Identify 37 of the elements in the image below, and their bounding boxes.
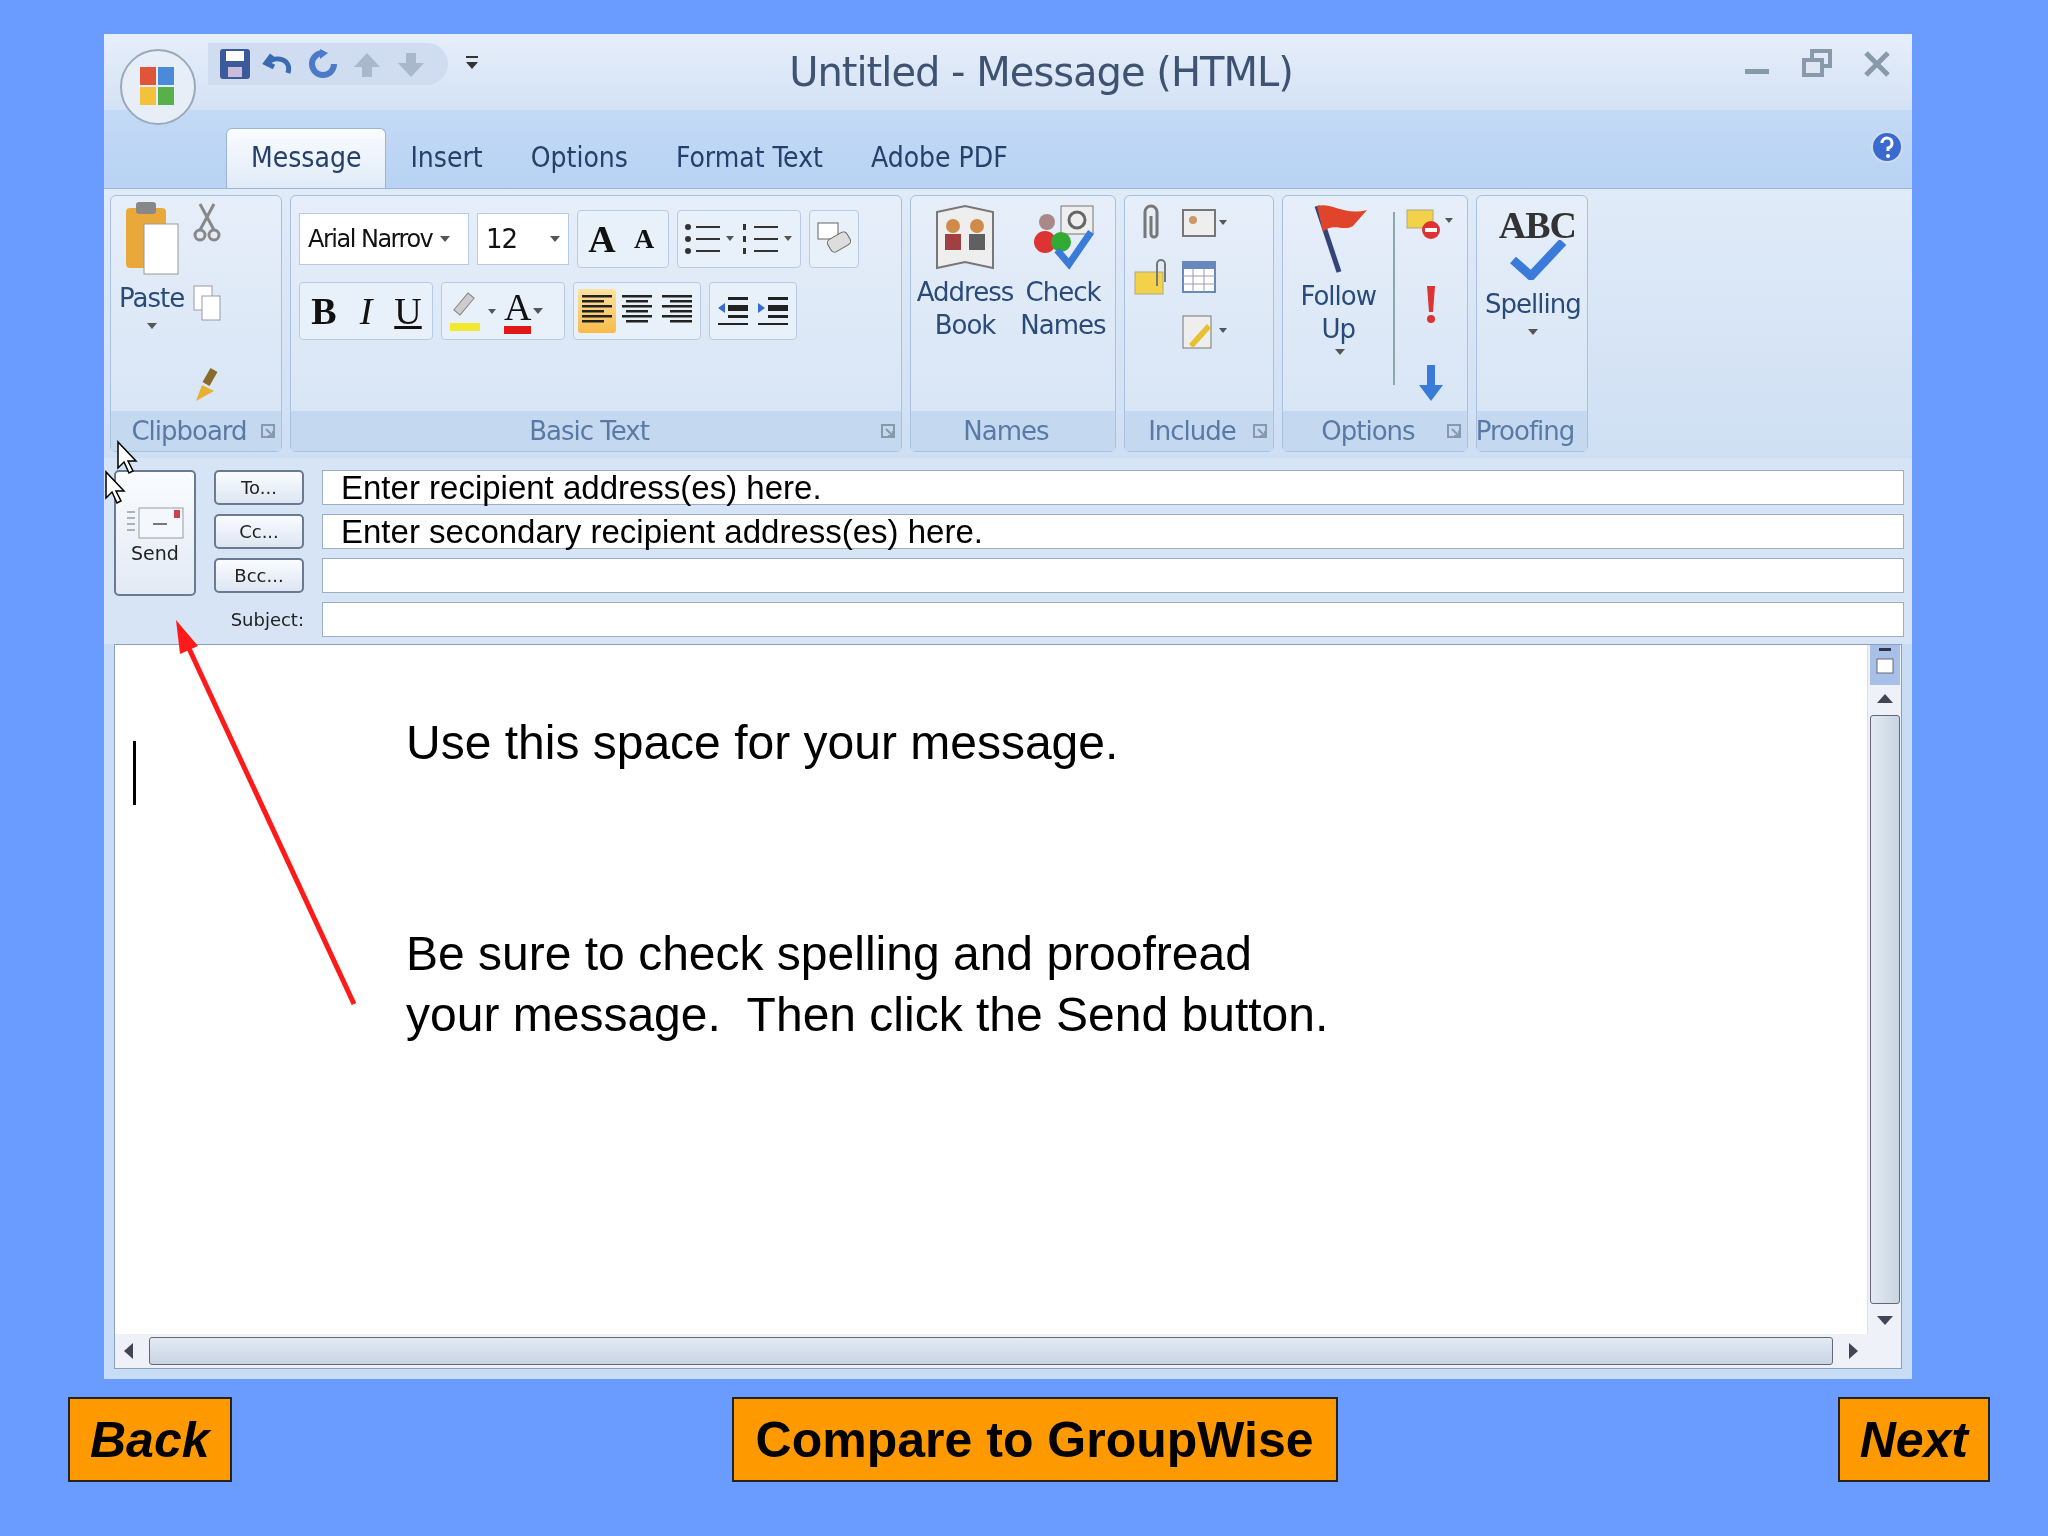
- group-label: Names: [963, 416, 1049, 446]
- italic-button[interactable]: I: [346, 289, 386, 333]
- message-text: Be sure to check spelling and proofread your message. Then click the Send button.: [406, 925, 1329, 1043]
- ribbon-tab[interactable]: Options: [506, 128, 652, 188]
- send-button[interactable]: Send: [114, 470, 196, 596]
- bold-button[interactable]: B: [304, 289, 344, 333]
- address-field[interactable]: Enter recipient address(es) here.: [322, 470, 1904, 505]
- address-book-button[interactable]: To...: [214, 470, 304, 505]
- follow-up-button[interactable]: Follow Up: [1291, 202, 1386, 405]
- address-book-button[interactable]: Cc...: [214, 514, 304, 549]
- paste-button[interactable]: Paste: [119, 202, 185, 405]
- address-field[interactable]: Enter secondary recipient address(es) here.: [322, 514, 1904, 549]
- font-name-dropdown[interactable]: Arial Narrov: [299, 213, 469, 265]
- underline-button[interactable]: U: [388, 289, 428, 333]
- subject-label: Subject:: [229, 608, 304, 632]
- spelling-icon: ABC: [1492, 202, 1573, 284]
- grow-font-button[interactable]: A: [582, 217, 622, 261]
- window-title: Untitled - Message (HTML): [788, 49, 1294, 95]
- spelling-button[interactable]: ABC Spelling: [1485, 202, 1581, 405]
- nav-button[interactable]: Next: [1837, 1397, 1990, 1482]
- nav-button[interactable]: Back: [68, 1397, 232, 1482]
- shrink-font-button[interactable]: A: [624, 223, 664, 255]
- nav-button[interactable]: Compare to GroupWise: [731, 1397, 1338, 1482]
- check-names-button[interactable]: Check Names: [1019, 202, 1107, 405]
- address-book-button[interactable]: Bcc...: [214, 558, 304, 593]
- group-label: Clipboard: [131, 416, 247, 446]
- ribbon-tab[interactable]: Format Text: [651, 128, 847, 188]
- group-label: Basic Text: [529, 416, 649, 446]
- font-size-dropdown[interactable]: 12: [477, 213, 569, 265]
- ribbon-tab[interactable]: Insert: [386, 128, 507, 188]
- group-label: Include: [1148, 416, 1236, 446]
- message-text: Use this space for your message.: [406, 715, 1120, 771]
- group-label: Proofing: [1475, 416, 1575, 446]
- address-book-button[interactable]: Address Book: [919, 202, 1011, 405]
- ribbon-tab[interactable]: Message: [226, 128, 387, 188]
- group-label: Options: [1321, 416, 1415, 446]
- ribbon-tab[interactable]: Adobe PDF: [846, 128, 1032, 188]
